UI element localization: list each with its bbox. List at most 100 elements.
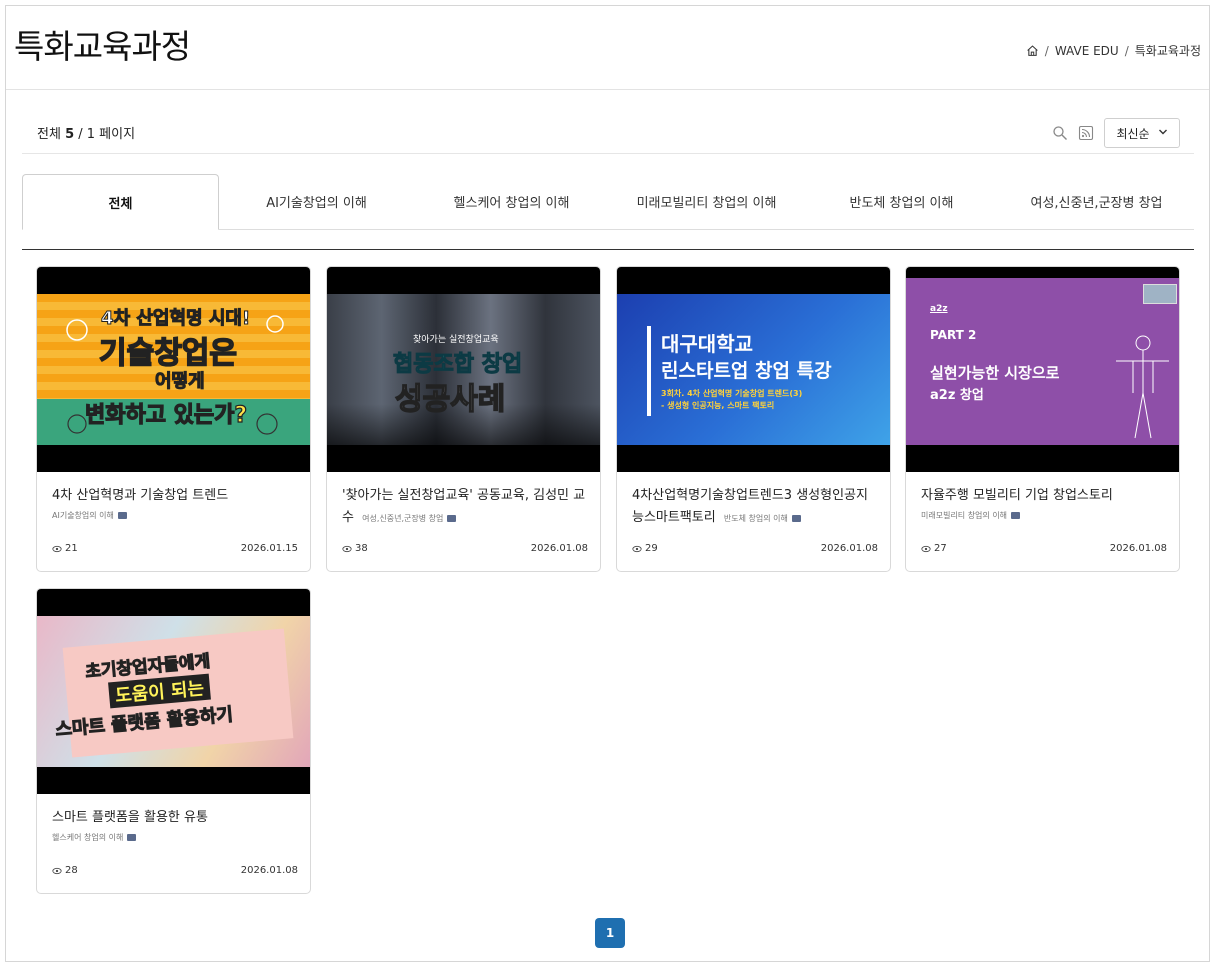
list-toolbar: 전체 5 / 1 페이지 최신순 [22, 106, 1194, 154]
view-count: 38 [342, 543, 368, 554]
course-thumbnail[interactable]: 찾아가는 실전창업교육 협동조합 창업 성공사례 [327, 267, 600, 472]
breadcrumb: / WAVE EDU / 특화교육과정 [1026, 42, 1201, 59]
course-date: 2026.01.08 [240, 865, 298, 876]
view-count: 27 [921, 543, 947, 554]
tab-healthcare[interactable]: 헬스케어 창업의 이해 [414, 174, 609, 229]
course-category: 여성,신중년,군장병 창업 [362, 514, 457, 523]
view-count: 28 [52, 865, 78, 876]
page-header: 특화교육과정 / WAVE EDU / 특화교육과정 [6, 6, 1209, 90]
thumbnail-text: PART 2 [930, 328, 977, 342]
course-card[interactable]: a2z PART 2 실현가능한 시장으로 a2z 창업 자율주행 모빌리티 기… [905, 266, 1180, 572]
course-title[interactable]: 스마트 플랫폼을 활용한 유통 [52, 810, 208, 825]
course-card[interactable]: 찾아가는 실전창업교육 협동조합 창업 성공사례 '찾아가는 실전창업교육' 공… [326, 266, 601, 572]
course-title-block: 스마트 플랫폼을 활용한 유통 헬스케어 창업의 이해 [52, 807, 298, 845]
course-date: 2026.01.08 [530, 543, 588, 554]
course-meta: 28 2026.01.08 [52, 865, 298, 876]
tab-women-midlife-military[interactable]: 여성,신중년,군장병 창업 [999, 174, 1194, 229]
thumbnail-text: 린스타트업 창업 특강 [661, 360, 832, 382]
view-count: 29 [632, 543, 658, 554]
eye-icon [921, 545, 931, 552]
course-category: 헬스케어 창업의 이해 [52, 831, 298, 845]
course-card[interactable]: 대구대학교 린스타트업 창업 특강 3회차. 4차 산업혁명 기술창업 트렌드(… [616, 266, 891, 572]
list-count: 전체 5 / 1 페이지 [37, 123, 135, 142]
chevron-down-icon [1158, 126, 1168, 140]
course-card[interactable]: 4차 산업혁명 시대! 기술창업은 어떻게 변화하고 있는가? 4차 산업혁명과… [36, 266, 311, 572]
course-thumbnail[interactable]: 대구대학교 린스타트업 창업 특강 3회차. 4차 산업혁명 기술창업 트렌드(… [617, 267, 890, 472]
category-label: 여성,신중년,군장병 창업 [362, 514, 444, 523]
course-title-block: '찾아가는 실전창업교육' 공동교육, 김성민 교수 여성,신중년,군장병 창업 [342, 485, 588, 530]
video-icon [791, 515, 801, 522]
breadcrumb-item[interactable]: WAVE EDU [1055, 44, 1119, 58]
home-icon[interactable] [1026, 44, 1039, 57]
breadcrumb-separator: / [1124, 43, 1129, 58]
breadcrumb-separator: / [1044, 43, 1049, 58]
course-category: AI기술창업의 이해 [52, 509, 298, 523]
thumbnail-text: 기술창업은 [98, 335, 238, 372]
course-title-block: 4차산업혁명기술창업트렌드3 생성형인공지능스마트팩토리 반도체 창업의 이해 [632, 485, 878, 530]
view-count-value: 28 [65, 865, 78, 876]
category-label: 미래모빌리티 창업의 이해 [921, 511, 1008, 520]
toolbar-tools: 최신순 [1052, 118, 1180, 148]
thumbnail-text: 찾아가는 실전창업교육 [413, 335, 499, 345]
thumbnail-text: 대구대학교 [661, 332, 753, 356]
view-count-value: 29 [645, 543, 658, 554]
course-date: 2026.01.08 [1109, 543, 1167, 554]
course-thumbnail[interactable]: 4차 산업혁명 시대! 기술창업은 어떻게 변화하고 있는가? [37, 267, 310, 472]
course-meta: 29 2026.01.08 [632, 543, 878, 554]
rss-icon[interactable] [1078, 125, 1094, 141]
thumbnail-text: 실현가능한 시장으로 [930, 364, 1060, 382]
count-prefix: 전체 [37, 127, 61, 142]
course-card[interactable]: 초기창업자들에게 도움이 되는 스마트 플랫폼 활용하기 스마트 플랫폼을 활용… [36, 588, 311, 894]
tab-mobility[interactable]: 미래모빌리티 창업의 이해 [609, 174, 804, 229]
category-label: AI기술창업의 이해 [52, 511, 114, 520]
course-title[interactable]: 자율주행 모빌리티 기업 창업스토리 [921, 488, 1113, 503]
eye-icon [52, 545, 62, 552]
breadcrumb-item[interactable]: 특화교육과정 [1135, 42, 1201, 59]
view-count-value: 21 [65, 543, 78, 554]
course-title-block: 자율주행 모빌리티 기업 창업스토리 미래모빌리티 창업의 이해 [921, 485, 1167, 523]
sort-select[interactable]: 최신순 [1104, 118, 1180, 148]
eye-icon [632, 545, 642, 552]
tab-all[interactable]: 전체 [22, 174, 219, 230]
thumbnail-text: 3회차. 4차 산업혁명 기술창업 트렌드(3) [661, 389, 803, 398]
category-tabs: 전체 AI기술창업의 이해 헬스케어 창업의 이해 미래모빌리티 창업의 이해 … [22, 174, 1194, 230]
thumbnail-text: 성공사례 [394, 381, 506, 417]
page-frame: 특화교육과정 / WAVE EDU / 특화교육과정 전체 5 / 1 페이지 … [5, 5, 1210, 962]
view-count: 21 [52, 543, 78, 554]
tab-ai[interactable]: AI기술창업의 이해 [219, 174, 414, 229]
course-meta: 27 2026.01.08 [921, 543, 1167, 554]
video-icon [1011, 512, 1021, 519]
sort-label: 최신순 [1116, 126, 1150, 141]
page-title: 특화교육과정 [14, 27, 191, 66]
eye-icon [52, 867, 62, 874]
count-suffix: / 1 페이지 [78, 127, 136, 142]
course-date: 2026.01.08 [820, 543, 878, 554]
course-category: 미래모빌리티 창업의 이해 [921, 509, 1167, 523]
thumbnail-text: 4차 산업혁명 시대! [100, 308, 251, 330]
course-category: 반도체 창업의 이해 [724, 514, 801, 523]
eye-icon [342, 545, 352, 552]
course-meta: 21 2026.01.15 [52, 543, 298, 554]
category-label: 헬스케어 창업의 이해 [52, 833, 124, 842]
video-icon [127, 834, 137, 841]
course-thumbnail[interactable]: 초기창업자들에게 도움이 되는 스마트 플랫폼 활용하기 [37, 589, 310, 794]
thumbnail-text: a2z 창업 [930, 388, 984, 403]
view-count-value: 38 [355, 543, 368, 554]
course-title-block: 4차 산업혁명과 기술창업 트렌드 AI기술창업의 이해 [52, 485, 298, 523]
search-icon[interactable] [1052, 125, 1068, 141]
course-meta: 38 2026.01.08 [342, 543, 588, 554]
pagination-page-1[interactable]: 1 [595, 918, 625, 948]
video-icon [117, 512, 127, 519]
thumbnail-text: a2z [930, 304, 948, 314]
category-label: 반도체 창업의 이해 [723, 514, 788, 523]
view-count-value: 27 [934, 543, 947, 554]
course-thumbnail[interactable]: a2z PART 2 실현가능한 시장으로 a2z 창업 [906, 267, 1179, 472]
video-icon [447, 515, 457, 522]
count-total: 5 [65, 127, 75, 142]
thumbnail-text: 어떻게 [155, 371, 206, 393]
course-title[interactable]: 4차 산업혁명과 기술창업 트렌드 [52, 488, 228, 503]
tab-semiconductor[interactable]: 반도체 창업의 이해 [804, 174, 999, 229]
tab-divider [22, 249, 1194, 250]
thumbnail-text: - 생성형 인공지능, 스마트 팩토리 [661, 401, 775, 410]
course-date: 2026.01.15 [240, 543, 298, 554]
